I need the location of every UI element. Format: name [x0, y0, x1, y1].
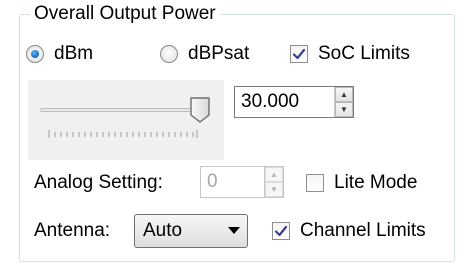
analog-setting-label-row: Analog Setting: — [34, 172, 163, 194]
analog-setting-label: Analog Setting: — [34, 172, 163, 193]
channel-limits-checkbox[interactable]: Channel Limits — [272, 220, 426, 242]
radio-dbm-indicator[interactable] — [26, 45, 44, 63]
radio-dbm[interactable]: dBm — [26, 43, 93, 65]
soc-limits-checkbox[interactable]: SoC Limits — [290, 43, 410, 65]
channel-limits-label: Channel Limits — [300, 220, 426, 241]
slider-track[interactable] — [40, 108, 208, 112]
group-title: Overall Output Power — [30, 2, 220, 26]
power-value[interactable]: 30.000 — [235, 87, 334, 117]
lite-mode-label: Lite Mode — [334, 172, 418, 193]
power-slider[interactable] — [28, 80, 224, 160]
lite-mode-check-box[interactable] — [306, 174, 324, 192]
spin-down-icon[interactable]: ▼ — [335, 102, 353, 117]
lite-mode-checkbox[interactable]: Lite Mode — [306, 172, 417, 194]
slider-ticks — [48, 130, 198, 138]
spin-up-icon[interactable]: ▲ — [265, 167, 283, 182]
analog-spin-buttons[interactable]: ▲ ▼ — [264, 167, 283, 197]
antenna-label-row: Antenna: — [34, 220, 110, 242]
radio-dbpsat[interactable]: dBPsat — [160, 43, 249, 65]
radio-dbpsat-label: dBPsat — [188, 43, 250, 64]
radio-dbm-label: dBm — [54, 43, 94, 64]
antenna-label: Antenna: — [34, 220, 111, 241]
analog-setting-spinbox[interactable]: 0 ▲ ▼ — [200, 166, 284, 198]
chevron-down-icon[interactable] — [221, 227, 247, 235]
antenna-dropdown[interactable]: Auto — [134, 214, 248, 248]
power-spinbox[interactable]: 30.000 ▲ ▼ — [234, 86, 354, 118]
channel-limits-check-icon[interactable] — [272, 222, 290, 240]
soc-limits-check-icon[interactable] — [290, 45, 308, 63]
radio-dbpsat-indicator[interactable] — [160, 45, 178, 63]
spin-up-icon[interactable]: ▲ — [335, 87, 353, 102]
power-spin-buttons[interactable]: ▲ ▼ — [334, 87, 353, 117]
spin-down-icon[interactable]: ▼ — [265, 182, 283, 197]
analog-setting-value[interactable]: 0 — [201, 167, 264, 197]
slider-thumb[interactable] — [189, 96, 211, 124]
soc-limits-label: SoC Limits — [318, 43, 410, 64]
antenna-selected[interactable]: Auto — [135, 220, 221, 242]
